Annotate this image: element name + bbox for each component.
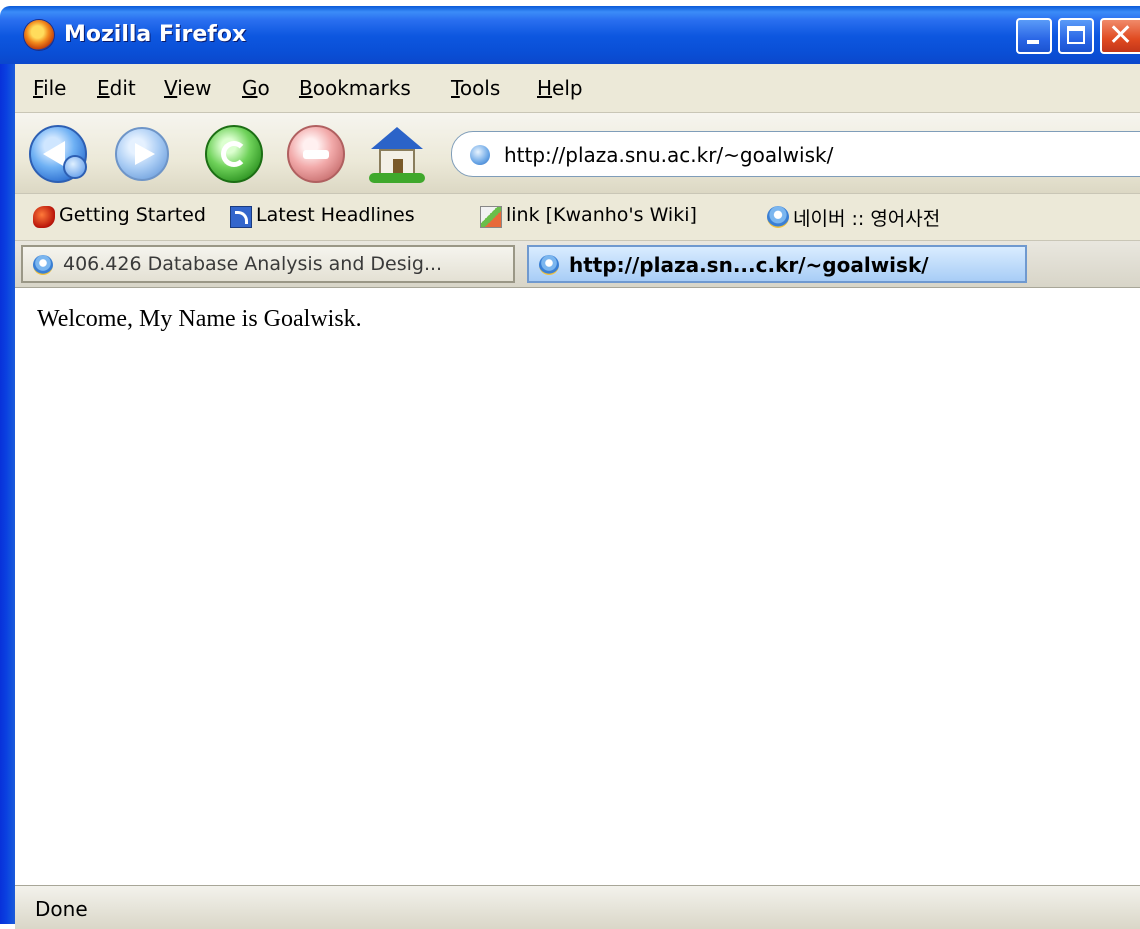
bookmark-label: link [Kwanho's Wiki] [506, 204, 697, 226]
stop-icon [303, 150, 329, 159]
url-bar[interactable]: http://plaza.snu.ac.kr/~goalwisk/ [451, 131, 1140, 177]
menu-help[interactable]: Help [537, 76, 583, 100]
tab-goalwisk[interactable]: http://plaza.sn...c.kr/~goalwisk/ [527, 245, 1027, 283]
tab-bar: 406.426 Database Analysis and Desig... h… [15, 241, 1140, 288]
minimize-button[interactable] [1016, 18, 1052, 54]
bookmarks-toolbar: Getting Started Latest Headlines link [K… [15, 194, 1140, 241]
navigation-toolbar: http://plaza.snu.ac.kr/~goalwisk/ [15, 113, 1140, 194]
page-icon [767, 206, 789, 228]
menu-bookmarks-label: ookmarks [312, 76, 411, 100]
forward-button[interactable] [115, 127, 169, 181]
window-title: Mozilla Firefox [64, 22, 247, 47]
status-text: Done [35, 897, 88, 921]
welcome-text: Welcome, My Name is Goalwisk. [37, 306, 362, 332]
back-history-dropdown-icon[interactable] [63, 155, 87, 179]
menu-view-accesskey: V [164, 76, 178, 100]
title-bar[interactable]: Mozilla Firefox ✕ [0, 6, 1140, 64]
bookmark-label: Getting Started [59, 204, 206, 226]
window-frame-left [0, 64, 15, 924]
page-icon [33, 255, 53, 275]
home-icon-grass [369, 173, 425, 183]
tab-database-analysis[interactable]: 406.426 Database Analysis and Desig... [21, 245, 515, 283]
site-globe-icon [470, 145, 490, 165]
close-button[interactable]: ✕ [1100, 18, 1140, 54]
maximize-icon [1067, 26, 1085, 44]
close-icon: ✕ [1108, 18, 1134, 53]
menu-tools[interactable]: Tools [451, 76, 500, 100]
menu-file[interactable]: File [33, 76, 66, 100]
url-text[interactable]: http://plaza.snu.ac.kr/~goalwisk/ [504, 143, 833, 167]
rss-icon [230, 206, 252, 228]
reload-icon [221, 141, 247, 167]
back-arrow-icon [43, 141, 65, 167]
status-bar: Done [15, 885, 1140, 929]
menu-tools-label: ools [459, 76, 501, 100]
menu-bookmarks-accesskey: B [299, 76, 313, 100]
menu-edit-accesskey: E [97, 76, 110, 100]
menu-view[interactable]: View [164, 76, 211, 100]
home-icon [371, 127, 423, 149]
menu-go-label: o [257, 76, 270, 100]
bookmark-label: Latest Headlines [256, 204, 415, 226]
menu-bar: File Edit View Go Bookmarks Tools Help [15, 64, 1140, 113]
menu-help-label: elp [552, 76, 583, 100]
maximize-button[interactable] [1058, 18, 1094, 54]
menu-file-accesskey: F [33, 76, 44, 100]
bookmark-label: 네이버 :: 영어사전 [793, 208, 941, 230]
browser-window: Mozilla Firefox ✕ File Edit View Go Book… [0, 6, 1140, 929]
home-button[interactable] [365, 123, 427, 185]
menu-go[interactable]: Go [242, 76, 270, 100]
back-button[interactable] [29, 125, 87, 183]
tab-label: 406.426 Database Analysis and Desig... [63, 253, 443, 275]
firefox-app-icon [24, 20, 54, 50]
menu-tools-accesskey: T [451, 76, 460, 100]
menu-go-accesskey: G [242, 76, 258, 100]
menu-help-accesskey: H [537, 76, 553, 100]
minimize-icon [1027, 40, 1039, 44]
forward-arrow-icon [135, 143, 155, 165]
tab-label: http://plaza.sn...c.kr/~goalwisk/ [569, 253, 929, 277]
menu-file-label: ile [43, 76, 67, 100]
reload-button[interactable] [205, 125, 263, 183]
menu-edit-label: dit [109, 76, 136, 100]
menu-bookmarks[interactable]: Bookmarks [299, 76, 411, 100]
page-content: Welcome, My Name is Goalwisk. [15, 288, 1140, 878]
page-icon [539, 255, 559, 275]
wiki-icon [480, 206, 502, 228]
menu-edit[interactable]: Edit [97, 76, 136, 100]
firefox-bookmark-icon [33, 206, 55, 228]
stop-button[interactable] [287, 125, 345, 183]
menu-view-label: iew [177, 76, 212, 100]
